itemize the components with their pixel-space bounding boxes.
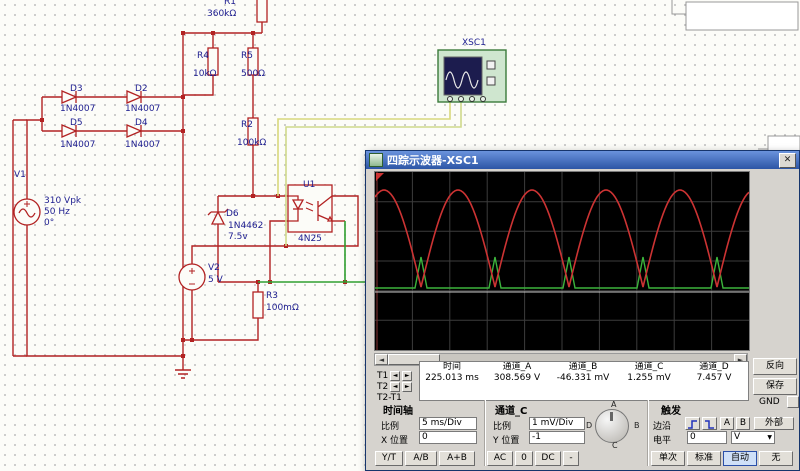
channel-ypos-label: Y 位置 — [493, 433, 519, 446]
trigger-normal-button[interactable]: 标准 — [687, 451, 721, 466]
t2-label: T2 — [377, 382, 388, 392]
multisim-canvas: R1360kΩR410kΩR5500ΩR2100kΩD31N4007D21N40… — [0, 0, 800, 471]
readout-panel: 时间 通道_A 通道_B 通道_C 通道_D 225.013 ms 308.56… — [419, 361, 749, 401]
readout-t1-row: 225.013 ms 308.569 V -46.331 mV 1.255 mV… — [420, 373, 748, 384]
knob-letter-a: A — [611, 400, 616, 409]
diode-d4[interactable] — [127, 125, 141, 137]
knob-letter-c: C — [612, 441, 618, 450]
trigger-edge-label: 边沿 — [653, 419, 671, 432]
t1-channel-d-value: 7.457 V — [682, 373, 746, 384]
separator — [647, 400, 649, 466]
channel-scale-input[interactable]: 1 mV/Div — [529, 417, 585, 430]
a-plus-b-mode-button[interactable]: A+B — [439, 451, 475, 466]
cursor-row-t1: T1◄► — [377, 371, 412, 381]
cursor-row-t2: T2◄► — [377, 382, 412, 392]
scroll-left-button[interactable]: ◄ — [375, 354, 388, 365]
knob-letter-b: B — [634, 421, 640, 430]
readout-header-channel-c: 通道_C — [616, 362, 682, 373]
trigger-none-button[interactable]: 无 — [759, 451, 793, 466]
ac-coupling-button[interactable]: AC — [487, 451, 513, 466]
t2-right-button[interactable]: ► — [402, 382, 412, 392]
trigger-source-a-button[interactable]: A — [720, 417, 734, 430]
ground-button[interactable] — [787, 396, 799, 408]
knob-letter-d: D — [586, 421, 592, 430]
zener-d6[interactable] — [208, 209, 228, 224]
trigger-level-input[interactable]: 0 — [687, 431, 727, 444]
save-button[interactable]: 保存 — [753, 378, 797, 395]
readout-header-time: 时间 — [420, 362, 484, 373]
timebase-title: 时间轴 — [383, 402, 413, 417]
t1-right-button[interactable]: ► — [402, 371, 412, 381]
dc-coupling-button[interactable]: DC — [535, 451, 561, 466]
dropdown-arrow-icon: ▼ — [767, 432, 772, 443]
trigger-auto-button[interactable]: 自动 — [723, 451, 757, 466]
t1-time-value: 225.013 ms — [420, 373, 484, 384]
rising-edge-icon — [687, 420, 698, 429]
timebase-scale-label: 比例 — [381, 419, 399, 432]
peripheral-parts — [672, 0, 800, 162]
diode-d2[interactable] — [127, 91, 141, 103]
components[interactable] — [14, 0, 332, 318]
scope-titlebar[interactable]: 四踪示波器-XSC1 ✕ — [366, 151, 799, 169]
resistor-r2[interactable] — [248, 118, 258, 145]
t1-left-button[interactable]: ◄ — [390, 371, 400, 381]
oscilloscope-icon — [369, 153, 383, 167]
channel-select-knob[interactable] — [595, 409, 629, 443]
timebase-xpos-label: X 位置 — [381, 433, 408, 446]
falling-edge-button[interactable] — [702, 417, 717, 430]
cursor-marker[interactable] — [376, 173, 384, 181]
zero-coupling-button[interactable]: 0 — [515, 451, 533, 466]
trigger-title: 触发 — [661, 402, 681, 417]
scope-display[interactable] — [374, 171, 750, 351]
rising-edge-button[interactable] — [685, 417, 700, 430]
trigger-source-b-button[interactable]: B — [736, 417, 750, 430]
separator — [484, 400, 486, 466]
diode-d3[interactable] — [62, 91, 76, 103]
trigger-level-label: 电平 — [653, 433, 671, 446]
t1-channel-c-value: 1.255 mV — [616, 373, 682, 384]
readout-header-row: 时间 通道_A 通道_B 通道_C 通道_D — [420, 362, 748, 373]
trigger-level-unit-select[interactable]: V▼ — [731, 431, 775, 444]
timebase-scale-input[interactable]: 5 ms/Div — [419, 417, 477, 430]
yt-mode-button[interactable]: Y/T — [375, 451, 403, 466]
t1-channel-b-value: -46.331 mV — [550, 373, 616, 384]
channel-ypos-input[interactable]: -1 — [529, 431, 585, 444]
t1-label: T1 — [377, 371, 388, 381]
source-v1[interactable] — [14, 199, 40, 225]
source-v2[interactable] — [179, 264, 205, 290]
optocoupler-u1[interactable] — [288, 185, 332, 232]
t1-channel-a-value: 308.569 V — [484, 373, 550, 384]
resistor-r5[interactable] — [248, 48, 258, 75]
trigger-single-button[interactable]: 单次 — [651, 451, 685, 466]
xsc1-instrument-icon[interactable] — [438, 50, 506, 102]
channel-scale-label: 比例 — [493, 419, 511, 432]
scope-title: 四踪示波器-XSC1 — [387, 152, 775, 168]
diode-d5[interactable] — [62, 125, 76, 137]
trigger-external-button[interactable]: 外部 — [754, 417, 794, 430]
minus-coupling-button[interactable]: - — [563, 451, 579, 466]
resistor-r4[interactable] — [208, 48, 218, 75]
ab-mode-button[interactable]: A/B — [405, 451, 437, 466]
close-button[interactable]: ✕ — [779, 153, 796, 168]
ground-label: GND — [759, 397, 780, 407]
timebase-xpos-input[interactable]: 0 — [419, 431, 477, 444]
readout-header-channel-b: 通道_B — [550, 362, 616, 373]
reverse-button[interactable]: 反向 — [753, 358, 797, 375]
resistor-r1[interactable] — [257, 0, 267, 22]
channel-c-title: 通道_C — [495, 402, 527, 417]
resistor-r3[interactable] — [253, 292, 263, 318]
oscilloscope-window: 四踪示波器-XSC1 ✕ ◄ ► T1◄► T2◄► T2 - T1 — [365, 150, 800, 471]
falling-edge-icon — [704, 420, 715, 429]
readout-header-channel-a: 通道_A — [484, 362, 550, 373]
t2-left-button[interactable]: ◄ — [390, 382, 400, 392]
readout-header-channel-d: 通道_D — [682, 362, 746, 373]
trigger-level-unit: V — [734, 432, 740, 442]
